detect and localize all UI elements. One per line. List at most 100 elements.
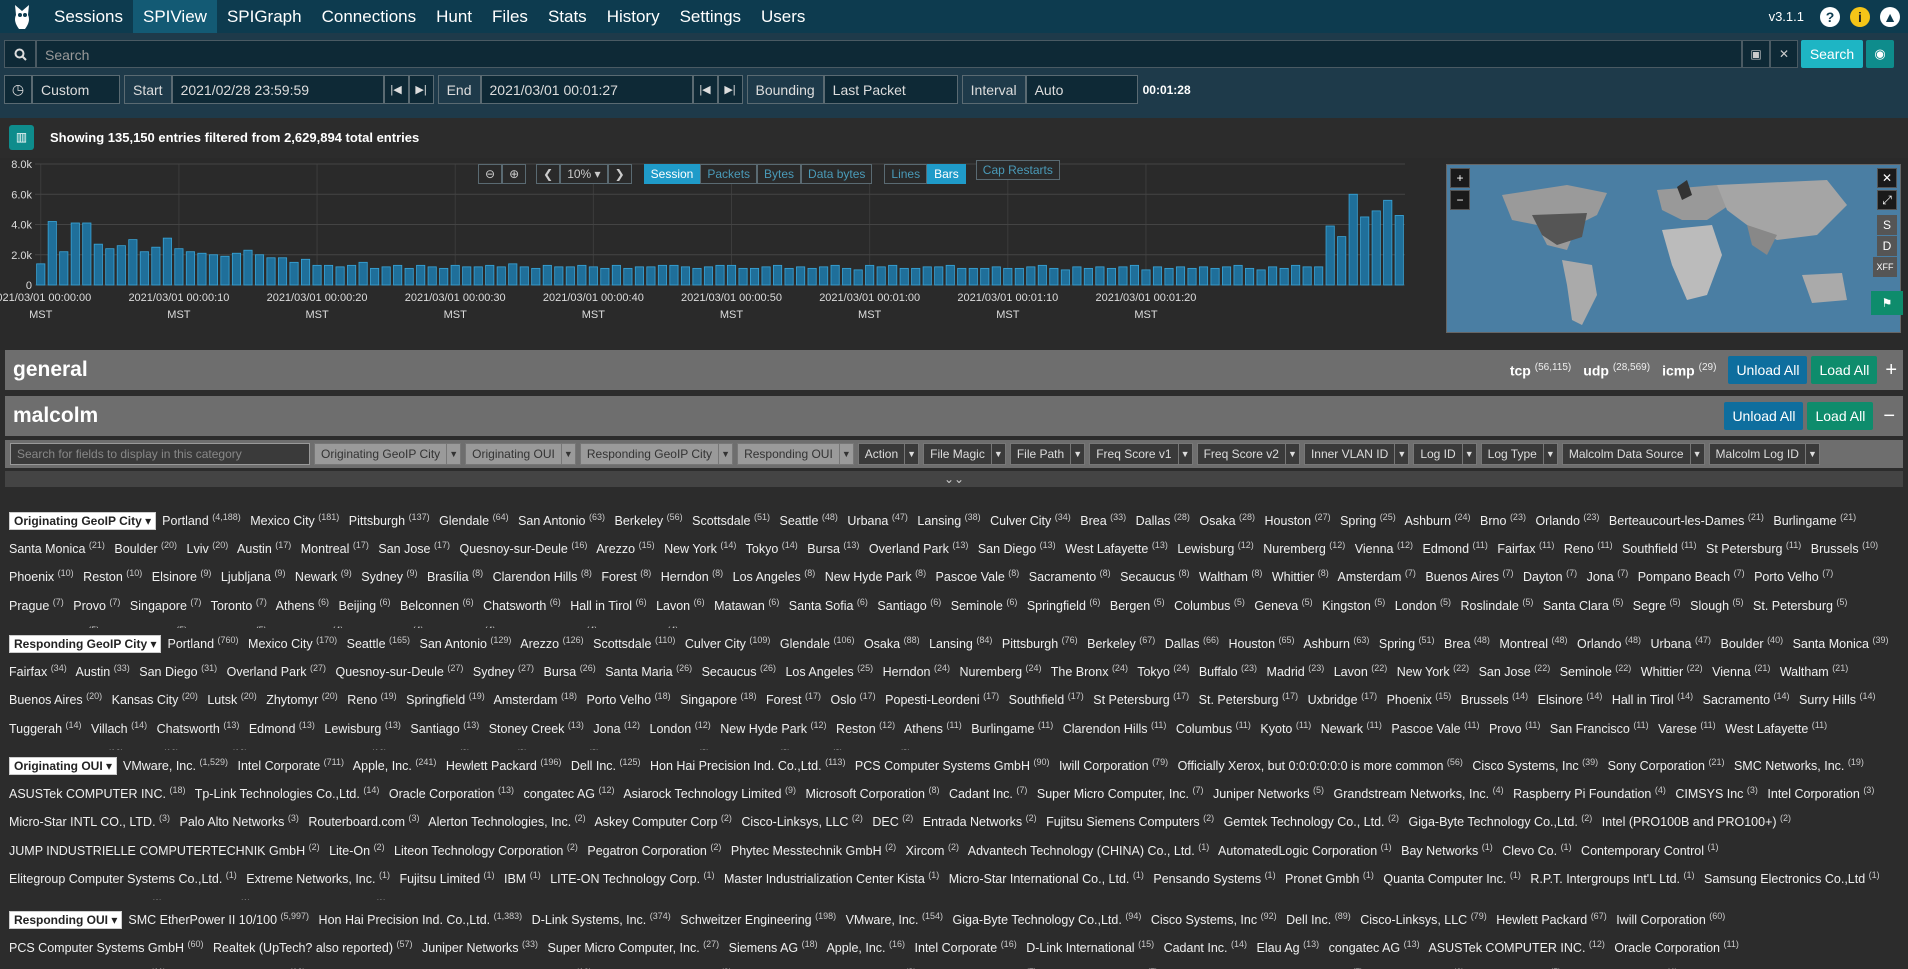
field-value[interactable]: Burlingame (11) [971,719,1053,735]
field-value[interactable]: Singapore (18) [680,691,757,707]
field-value[interactable]: SMC EtherPower II 10/100 (5,997) [128,911,309,927]
general-unload-all-button[interactable]: Unload All [1728,356,1808,384]
field-value[interactable]: Brasília (8) [427,568,483,584]
field-value[interactable]: Santa Monica (21) [9,540,105,556]
field-value[interactable]: San Antonio (63) [518,512,605,528]
field-value[interactable]: Hewlett Packard (67) [1496,911,1607,927]
dropdown-caret-icon[interactable]: ▼ [560,444,575,464]
field-value[interactable]: Pegatron Corporation (2) [587,841,721,857]
field-button-inner-vlan-id[interactable]: Inner VLAN ID ▼ [1303,443,1410,465]
field-value[interactable]: St Petersburg (17) [1093,691,1189,707]
field-value[interactable]: Orlando (48) [1577,635,1641,651]
field-value[interactable]: Toronto (7) [211,596,267,612]
end-time-input[interactable]: 2021/03/01 00:01:27 [480,75,693,104]
field-value[interactable]: Intel Corporate (711) [237,757,344,773]
field-value[interactable]: Pittsburgh (76) [1002,635,1078,651]
field-value[interactable]: ASUSTek COMPUTER INC. (12) [1428,939,1604,955]
field-value[interactable]: Edmond (13) [249,719,315,735]
field-value[interactable]: Super Micro Computer, Inc. (27) [548,939,720,955]
chart-bar[interactable] [393,264,403,286]
chart-bar[interactable] [1083,267,1093,286]
field-value[interactable]: St Petersburg (11) [1706,540,1801,556]
field-value[interactable]: Mexico City (170) [248,635,337,651]
chart-bar[interactable] [335,266,345,286]
dropdown-caret-icon[interactable]: ▼ [718,444,732,464]
chart-bar[interactable] [231,252,242,286]
map-xff-toggle[interactable]: XFF [1873,257,1897,277]
field-button-malcolm-data-source[interactable]: Malcolm Data Source ▼ [1561,443,1705,465]
field-value[interactable]: Villach (14) [91,719,147,735]
nav-hunt[interactable]: Hunt [426,0,482,33]
field-value[interactable]: Hall in Tirol (6) [570,596,646,612]
chart-bar[interactable] [1014,267,1024,286]
field-value[interactable]: Fairfax (11) [1497,540,1554,556]
field-value[interactable]: Reston (10) [83,568,142,584]
field-value[interactable]: Springfield (6) [1027,596,1101,612]
chart-bar[interactable] [1049,267,1059,286]
field-value[interactable]: PCS Computer Systems GmbH (90) [855,757,1050,773]
field-value[interactable]: Grandstream Networks, Inc. (4) [1334,785,1504,801]
field-value[interactable]: San Diego (13) [978,540,1056,556]
chart-bar[interactable] [36,263,46,286]
field-value[interactable]: Houston (65) [1228,635,1294,651]
field-value[interactable]: ASUSTek COMPUTER INC. (18) [9,785,185,801]
chart-bar[interactable] [1291,264,1301,286]
chart-bar[interactable] [1210,267,1220,286]
field-value[interactable]: Berkeley (67) [1087,635,1155,651]
dropdown-caret-icon[interactable]: ▼ [1394,444,1408,464]
field-value[interactable]: Alerton Technologies, Inc. (2) [428,813,585,829]
field-value[interactable]: Houston (27) [1265,512,1331,528]
field-value[interactable]: Apple, Inc. (241) [353,757,437,773]
field-value[interactable]: Porto Velho (7) [1754,568,1833,584]
chart-bar[interactable] [853,269,863,286]
field-value[interactable]: Giga-Byte Technology Co.,Ltd. (94) [953,911,1142,927]
start-time-input[interactable]: 2021/02/28 23:59:59 [171,75,384,104]
field-value[interactable]: Elitegroup Computer Systems Co.,Ltd. (1) [9,870,237,886]
chart-bar[interactable] [1187,267,1197,286]
field-value[interactable]: West Lafayette (11) [1725,719,1827,735]
field-value[interactable]: Glendale (64) [439,512,509,528]
field-value[interactable]: Hewlett Packard (196) [446,757,562,773]
chart-bar[interactable] [82,222,92,286]
field-value[interactable]: Tp-Link Technologies Co.,Ltd. (14) [195,785,380,801]
chart-bar[interactable] [128,239,138,286]
field-button-responding-oui[interactable]: Responding OUI ▼ [737,443,854,465]
field-value[interactable]: Secaucus (26) [702,663,776,679]
pan-right-icon[interactable]: ❯ [607,164,632,184]
chart-bar[interactable] [1360,216,1370,286]
chart-bar[interactable] [726,264,737,286]
chart-bar[interactable] [634,266,644,286]
field-value[interactable]: CIMSYS Inc (3) [1675,785,1758,801]
bars-toggle[interactable]: Bars [927,164,966,184]
chart-bar[interactable] [669,264,679,286]
field-value[interactable]: San Francisco (11) [1550,719,1649,735]
chart-bar[interactable] [243,249,253,286]
chart-bar[interactable] [1003,267,1013,286]
field-value[interactable]: Buenos Aires (20) [9,691,102,707]
field-value[interactable]: Sydney (9) [361,568,417,584]
field-value[interactable]: Boulder (20) [114,540,177,556]
chart-bar[interactable] [416,264,426,286]
field-value[interactable]: Singapore (7) [130,596,201,612]
field-value[interactable]: Whittier (22) [1641,663,1703,679]
collapse-minus-icon[interactable]: − [1883,405,1895,428]
map-expand-icon[interactable]: ⤢ [1877,190,1897,210]
field-value[interactable]: Lite-On (2) [329,841,384,857]
field-value[interactable]: Extreme Networks, Inc. (1) [246,870,390,886]
field-search-input[interactable]: Search for fields to display in this cat… [10,443,310,465]
field-value[interactable]: Intel Corporation (3) [1767,785,1874,801]
chart-bar[interactable] [1302,266,1312,286]
field-value[interactable]: Scottsdale (110) [593,635,675,651]
world-map[interactable]: + − ✕ ⤢ S D XFF [1446,164,1901,333]
start-prev-icon[interactable]: |◀ [383,75,409,104]
chart-bar[interactable] [462,266,472,286]
field-value[interactable]: Overland Park (13) [869,540,968,556]
chart-bar[interactable] [773,264,783,286]
zoom-out-icon[interactable]: ⊖ [478,164,503,184]
field-value[interactable]: D-Link International (15) [1026,939,1154,955]
field-button-log-type[interactable]: Log Type ▼ [1480,443,1558,465]
field-value[interactable]: Montreal (48) [1499,635,1567,651]
chart-bar[interactable] [1256,269,1266,286]
end-next-icon[interactable]: ▶| [717,75,743,104]
field-value[interactable]: Santa Maria (26) [605,663,692,679]
